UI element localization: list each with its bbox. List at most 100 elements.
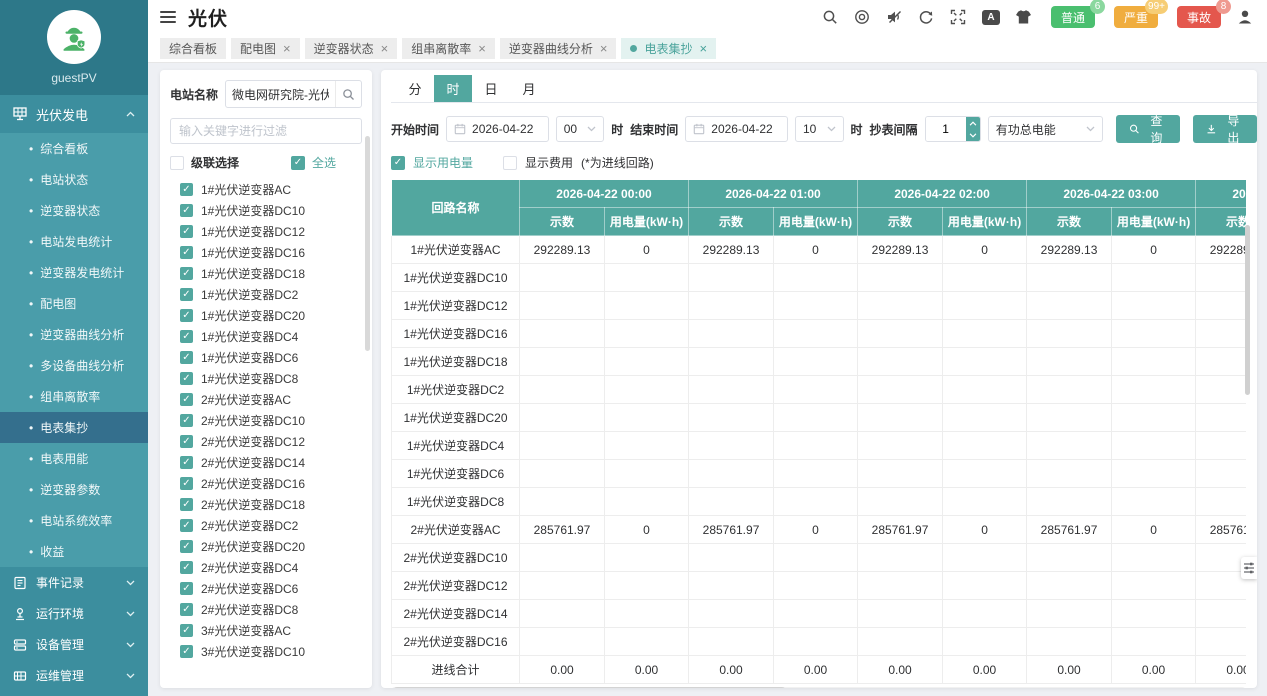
theme-icon[interactable] xyxy=(1015,9,1032,26)
device-checkbox[interactable]: ✓ xyxy=(180,603,193,616)
device-checkbox-item[interactable]: ✓2#光伏逆变器DC8 xyxy=(170,599,362,620)
cascade-label[interactable]: 级联选择 xyxy=(191,154,239,171)
device-checkbox-item[interactable]: ✓1#光伏逆变器DC8 xyxy=(170,368,362,389)
device-checkbox-item[interactable]: ✓2#光伏逆变器AC xyxy=(170,389,362,410)
device-checkbox-item[interactable]: ✓1#光伏逆变器DC10 xyxy=(170,200,362,221)
station-search-icon[interactable] xyxy=(335,81,361,107)
sidebar-item-电站系统效率[interactable]: •电站系统效率 xyxy=(0,505,148,536)
keyword-filter-input[interactable] xyxy=(170,118,362,144)
sidebar-item-多设备曲线分析[interactable]: •多设备曲线分析 xyxy=(0,350,148,381)
select-all-checkbox[interactable]: ✓ xyxy=(291,156,305,170)
device-checkbox[interactable]: ✓ xyxy=(180,498,193,511)
show-cost-label[interactable]: 显示费用 xyxy=(525,154,573,171)
translate-icon[interactable]: A xyxy=(982,10,1000,25)
device-checkbox-item[interactable]: ✓1#光伏逆变器DC16 xyxy=(170,242,362,263)
device-checkbox[interactable]: ✓ xyxy=(180,204,193,217)
device-checkbox-item[interactable]: ✓2#光伏逆变器DC6 xyxy=(170,578,362,599)
device-checkbox-item[interactable]: ✓2#光伏逆变器DC2 xyxy=(170,515,362,536)
interval-stepper[interactable] xyxy=(925,116,981,142)
station-select[interactable] xyxy=(225,80,362,108)
device-checkbox-item[interactable]: ✓1#光伏逆变器AC xyxy=(170,179,362,200)
collapse-menu-icon[interactable] xyxy=(160,11,176,23)
device-checkbox[interactable]: ✓ xyxy=(180,351,193,364)
page-tab[interactable]: 配电图× xyxy=(231,38,300,59)
device-checkbox[interactable]: ✓ xyxy=(180,225,193,238)
sidebar-item-电站发电统计[interactable]: •电站发电统计 xyxy=(0,226,148,257)
column-settings-button[interactable] xyxy=(1241,557,1257,579)
tab-close-icon[interactable]: × xyxy=(478,42,486,55)
refresh-icon[interactable] xyxy=(918,9,935,26)
stepper-up-icon[interactable] xyxy=(966,117,980,129)
device-checkbox[interactable]: ✓ xyxy=(180,540,193,553)
sidebar-item-电表用能[interactable]: •电表用能 xyxy=(0,443,148,474)
device-checkbox-item[interactable]: ✓3#光伏逆变器AC xyxy=(170,620,362,641)
device-checkbox[interactable]: ✓ xyxy=(180,435,193,448)
device-checkbox[interactable]: ✓ xyxy=(180,393,193,406)
device-checkbox[interactable]: ✓ xyxy=(180,477,193,490)
sidebar-item-收益[interactable]: •收益 xyxy=(0,536,148,567)
device-checkbox[interactable]: ✓ xyxy=(180,645,193,658)
device-checkbox-item[interactable]: ✓1#光伏逆变器DC4 xyxy=(170,326,362,347)
tab-close-icon[interactable]: × xyxy=(381,42,389,55)
metric-select[interactable]: 有功总电能 xyxy=(988,116,1103,142)
device-checkbox[interactable]: ✓ xyxy=(180,456,193,469)
granularity-tab-hour[interactable]: 时 xyxy=(434,75,472,102)
sidebar-item-组串离散率[interactable]: •组串离散率 xyxy=(0,381,148,412)
sidebar-item-逆变器曲线分析[interactable]: •逆变器曲线分析 xyxy=(0,319,148,350)
show-energy-label[interactable]: 显示用电量 xyxy=(413,154,473,171)
query-button[interactable]: 查询 xyxy=(1116,115,1180,143)
end-hour-select[interactable]: 10 xyxy=(795,116,844,142)
device-checkbox-item[interactable]: ✓1#光伏逆变器DC20 xyxy=(170,305,362,326)
device-checkbox[interactable]: ✓ xyxy=(180,183,193,196)
device-checkbox[interactable]: ✓ xyxy=(180,582,193,595)
device-checkbox[interactable]: ✓ xyxy=(180,246,193,259)
alarm-badge-accident[interactable]: 事故 8 xyxy=(1177,6,1221,28)
device-checkbox[interactable]: ✓ xyxy=(180,519,193,532)
device-checkbox-item[interactable]: ✓3#光伏逆变器DC10 xyxy=(170,641,362,662)
device-checkbox-item[interactable]: ✓2#光伏逆变器DC18 xyxy=(170,494,362,515)
device-checkbox-item[interactable]: ✓1#光伏逆变器DC2 xyxy=(170,284,362,305)
cascade-checkbox[interactable] xyxy=(170,156,184,170)
granularity-tab-minute[interactable]: 分 xyxy=(396,75,434,102)
interval-input[interactable] xyxy=(926,117,966,141)
tab-close-icon[interactable]: × xyxy=(283,42,291,55)
device-checkbox-item[interactable]: ✓1#光伏逆变器DC12 xyxy=(170,221,362,242)
device-checkbox[interactable]: ✓ xyxy=(180,624,193,637)
granularity-tab-month[interactable]: 月 xyxy=(510,75,548,102)
device-checkbox-item[interactable]: ✓2#光伏逆变器DC20 xyxy=(170,536,362,557)
show-energy-checkbox[interactable]: ✓ xyxy=(391,156,405,170)
vertical-scrollbar-thumb[interactable] xyxy=(1245,225,1250,395)
device-checkbox[interactable]: ✓ xyxy=(180,414,193,427)
mute-icon[interactable] xyxy=(886,9,903,26)
stepper-down-icon[interactable] xyxy=(966,129,980,141)
sidebar-item-配电图[interactable]: •配电图 xyxy=(0,288,148,319)
device-checkbox-item[interactable]: ✓2#光伏逆变器DC12 xyxy=(170,431,362,452)
start-date-picker[interactable]: 2026-04-22 xyxy=(446,116,549,142)
show-cost-checkbox[interactable] xyxy=(503,156,517,170)
sidebar-item-逆变器状态[interactable]: •逆变器状态 xyxy=(0,195,148,226)
sidebar-item-event-records[interactable]: 事件记录 xyxy=(0,567,148,598)
device-checkbox[interactable]: ✓ xyxy=(180,309,193,322)
device-checkbox-item[interactable]: ✓1#光伏逆变器DC18 xyxy=(170,263,362,284)
sidebar-item-device-management[interactable]: 设备管理 xyxy=(0,629,148,660)
fullscreen-icon[interactable] xyxy=(950,9,967,26)
sidebar-item-电站状态[interactable]: •电站状态 xyxy=(0,164,148,195)
sidebar-item-电表集抄[interactable]: •电表集抄 xyxy=(0,412,148,443)
sidebar-item-逆变器发电统计[interactable]: •逆变器发电统计 xyxy=(0,257,148,288)
export-button[interactable]: 导出 xyxy=(1193,115,1257,143)
device-checkbox-item[interactable]: ✓2#光伏逆变器DC4 xyxy=(170,557,362,578)
device-list-scrollbar[interactable] xyxy=(365,136,370,351)
start-hour-select[interactable]: 00 xyxy=(556,116,605,142)
device-checkbox[interactable]: ✓ xyxy=(180,330,193,343)
device-checkbox-item[interactable]: ✓1#光伏逆变器DC6 xyxy=(170,347,362,368)
page-tab[interactable]: 综合看板 xyxy=(160,38,226,59)
page-tab[interactable]: 组串离散率× xyxy=(402,38,495,59)
user-icon[interactable] xyxy=(1236,9,1253,26)
device-checkbox-item[interactable]: ✓2#光伏逆变器DC10 xyxy=(170,410,362,431)
tab-close-icon[interactable]: × xyxy=(699,42,707,55)
alarm-badge-severe[interactable]: 严重 99+ xyxy=(1114,6,1158,28)
sidebar-item-operations-management[interactable]: 运维管理 xyxy=(0,660,148,691)
device-checkbox[interactable]: ✓ xyxy=(180,561,193,574)
device-checkbox[interactable]: ✓ xyxy=(180,267,193,280)
station-input[interactable] xyxy=(226,87,335,101)
